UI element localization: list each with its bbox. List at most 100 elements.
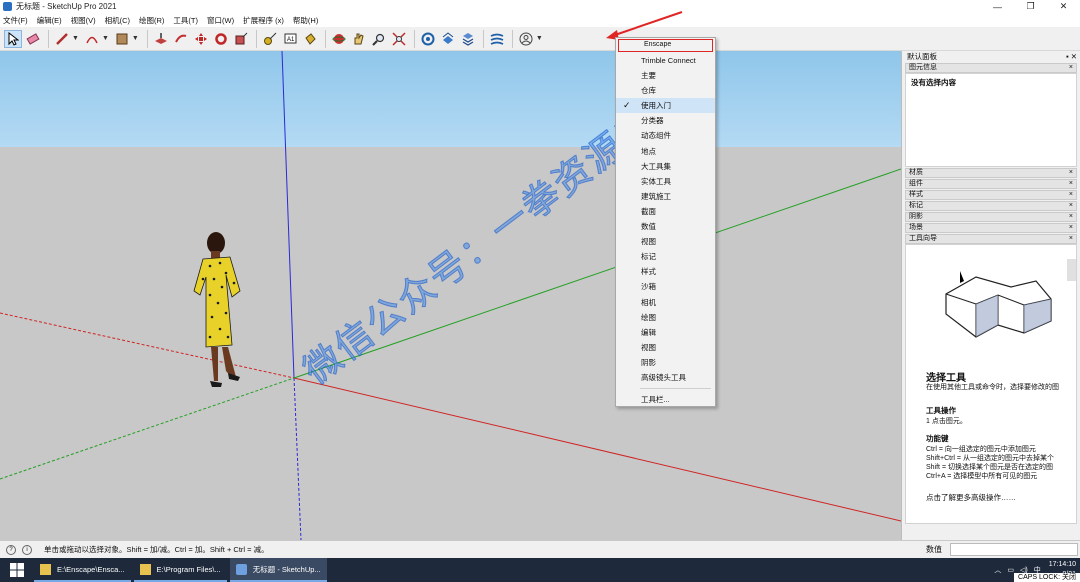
entity-info-label: 图元信息 [909, 64, 937, 71]
toolbar-separator [413, 29, 415, 48]
menu-item-construction[interactable]: 建筑施工 [616, 189, 715, 204]
menu-camera[interactable]: 相机(C) [105, 15, 130, 26]
collapse-icon: × [1068, 213, 1073, 220]
minimize-button[interactable]: — [981, 0, 1014, 13]
chevron-down-icon[interactable]: ▼ [72, 35, 79, 42]
menu-item-location[interactable]: 地点 [616, 144, 715, 159]
taskbar-item-sketchup[interactable]: 无标题 - SketchUp... [229, 558, 327, 582]
chevron-down-icon[interactable]: ▼ [536, 35, 543, 42]
menu-item-classifier[interactable]: 分类器 [616, 113, 715, 128]
taskbar-item-program-files-folder[interactable]: E:\Program Files\... [133, 558, 227, 582]
chevron-down-icon[interactable]: ▼ [102, 35, 109, 42]
menu-window[interactable]: 窗口(W) [207, 15, 234, 26]
pencil-icon[interactable] [53, 30, 71, 48]
menu-item-styles[interactable]: 样式 [616, 264, 715, 279]
instructor-scrollbar[interactable] [1067, 259, 1076, 281]
orbit-icon[interactable] [330, 30, 348, 48]
menu-item-measurements[interactable]: 数值 [616, 219, 715, 234]
menu-item-section[interactable]: 截面 [616, 204, 715, 219]
text-icon[interactable]: A1 [281, 30, 299, 48]
info-icon[interactable]: i [22, 544, 32, 555]
menu-item-view[interactable]: 视图 [616, 340, 715, 355]
collapse-icon: × [1068, 224, 1073, 231]
menu-item-sandbox[interactable]: 沙箱 [616, 279, 715, 294]
menu-item-trimble-connect[interactable]: Trimble Connect [616, 53, 715, 68]
menu-item-camera[interactable]: 相机 [616, 295, 715, 310]
advanced-operations-link[interactable]: 点击了解更多高级操作…… [926, 492, 1016, 503]
chevron-up-icon[interactable]: ︿ [994, 565, 1001, 575]
menu-item-enscape[interactable]: Enscape [618, 39, 713, 52]
tray-window-controls[interactable]: ▪ ✕ [1066, 52, 1077, 61]
paint-bucket-icon[interactable] [301, 30, 319, 48]
rotate-icon[interactable] [212, 30, 230, 48]
collapse-icon: × [1068, 64, 1073, 71]
push-pull-icon[interactable] [152, 30, 170, 48]
menu-extensions[interactable]: 扩展程序 (x) [243, 15, 284, 26]
select-icon[interactable] [4, 29, 22, 48]
tape-measure-icon[interactable] [261, 30, 279, 48]
extension-manager-icon[interactable] [488, 30, 506, 48]
windows-start-button[interactable] [0, 558, 34, 582]
zoom-extents-icon[interactable] [390, 30, 408, 48]
section-materials[interactable]: 材质 × [905, 168, 1077, 178]
section-tags[interactable]: 标记 × [905, 201, 1077, 211]
geo-location-icon[interactable]: ? [6, 544, 16, 555]
menu-item-large-tool-set[interactable]: 大工具集 [616, 159, 715, 174]
section-components[interactable]: 组件 × [905, 179, 1077, 189]
collapse-icon: × [1068, 180, 1073, 187]
collapse-icon: × [1068, 169, 1073, 176]
network-icon[interactable]: ▭ [1007, 566, 1014, 574]
pan-icon[interactable] [350, 30, 368, 48]
maximize-button[interactable]: ❐ [1014, 0, 1047, 13]
svg-text:A1: A1 [287, 37, 295, 43]
getting-started-toolbar: ▼ ▼ ▼ A1 ▼ [0, 27, 1080, 51]
move-icon[interactable] [192, 30, 210, 48]
follow-me-icon[interactable] [172, 30, 190, 48]
section-label: 标记 [909, 202, 923, 209]
tool-operation-heading: 工具操作 [926, 406, 956, 415]
menu-item-warehouse[interactable]: 仓库 [616, 83, 715, 98]
section-entity-info[interactable]: 图元信息 × [905, 63, 1077, 73]
close-button[interactable]: ✕ [1047, 0, 1080, 13]
section-shadows[interactable]: 阴影 × [905, 212, 1077, 222]
menu-item-main[interactable]: 主要 [616, 68, 715, 83]
menu-item-drawing[interactable]: 绘图 [616, 310, 715, 325]
menu-item-advanced-camera[interactable]: 高级镜头工具 [616, 370, 715, 385]
menu-draw[interactable]: 绘图(R) [139, 15, 164, 26]
section-scenes[interactable]: 场景 × [905, 223, 1077, 233]
measurements-input[interactable] [950, 543, 1078, 556]
scale-icon[interactable] [232, 30, 250, 48]
arc-icon[interactable] [83, 30, 101, 48]
section-styles[interactable]: 样式 × [905, 190, 1077, 200]
menu-bar: 文件(F) 编辑(E) 视图(V) 相机(C) 绘图(R) 工具(T) 窗口(W… [0, 13, 1080, 27]
model-viewport[interactable]: 微信公众号：一拳资源库 [0, 51, 901, 540]
account-icon[interactable] [517, 30, 535, 48]
menu-item-edit[interactable]: 编辑 [616, 325, 715, 340]
folder-icon [40, 563, 51, 575]
menu-help[interactable]: 帮助(H) [293, 15, 318, 26]
zoom-icon[interactable] [370, 30, 388, 48]
checkmark-icon: ✓ [623, 100, 631, 111]
eraser-icon[interactable] [24, 30, 42, 48]
menu-edit[interactable]: 编辑(E) [37, 15, 62, 26]
windows-taskbar: E:\Enscape\Ensca... E:\Program Files\...… [0, 558, 1080, 582]
shape-icon[interactable] [113, 30, 131, 48]
menu-view[interactable]: 视图(V) [71, 15, 96, 26]
menu-item-solid-tools[interactable]: 实体工具 [616, 174, 715, 189]
menu-item-views[interactable]: 视图 [616, 234, 715, 249]
menu-item-tags[interactable]: 标记 [616, 249, 715, 264]
menu-item-toolbars[interactable]: 工具栏... [616, 392, 715, 407]
3d-warehouse-icon[interactable] [419, 30, 437, 48]
menu-tools[interactable]: 工具(T) [173, 15, 198, 26]
menu-item-shadows[interactable]: 阴影 [616, 355, 715, 370]
taskbar-item-enscape-folder[interactable]: E:\Enscape\Ensca... [34, 558, 131, 582]
section-label: 材质 [909, 169, 923, 176]
menu-item-dynamic-components[interactable]: 动态组件 [616, 128, 715, 143]
toolbar-separator [482, 29, 484, 48]
menu-item-getting-started[interactable]: ✓ 使用入门 [616, 98, 715, 114]
menu-file[interactable]: 文件(F) [3, 15, 28, 26]
layout-icon[interactable] [459, 30, 477, 48]
section-instructor[interactable]: 工具向导 × [905, 234, 1077, 244]
extension-warehouse-icon[interactable] [439, 30, 457, 48]
chevron-down-icon[interactable]: ▼ [132, 35, 139, 42]
